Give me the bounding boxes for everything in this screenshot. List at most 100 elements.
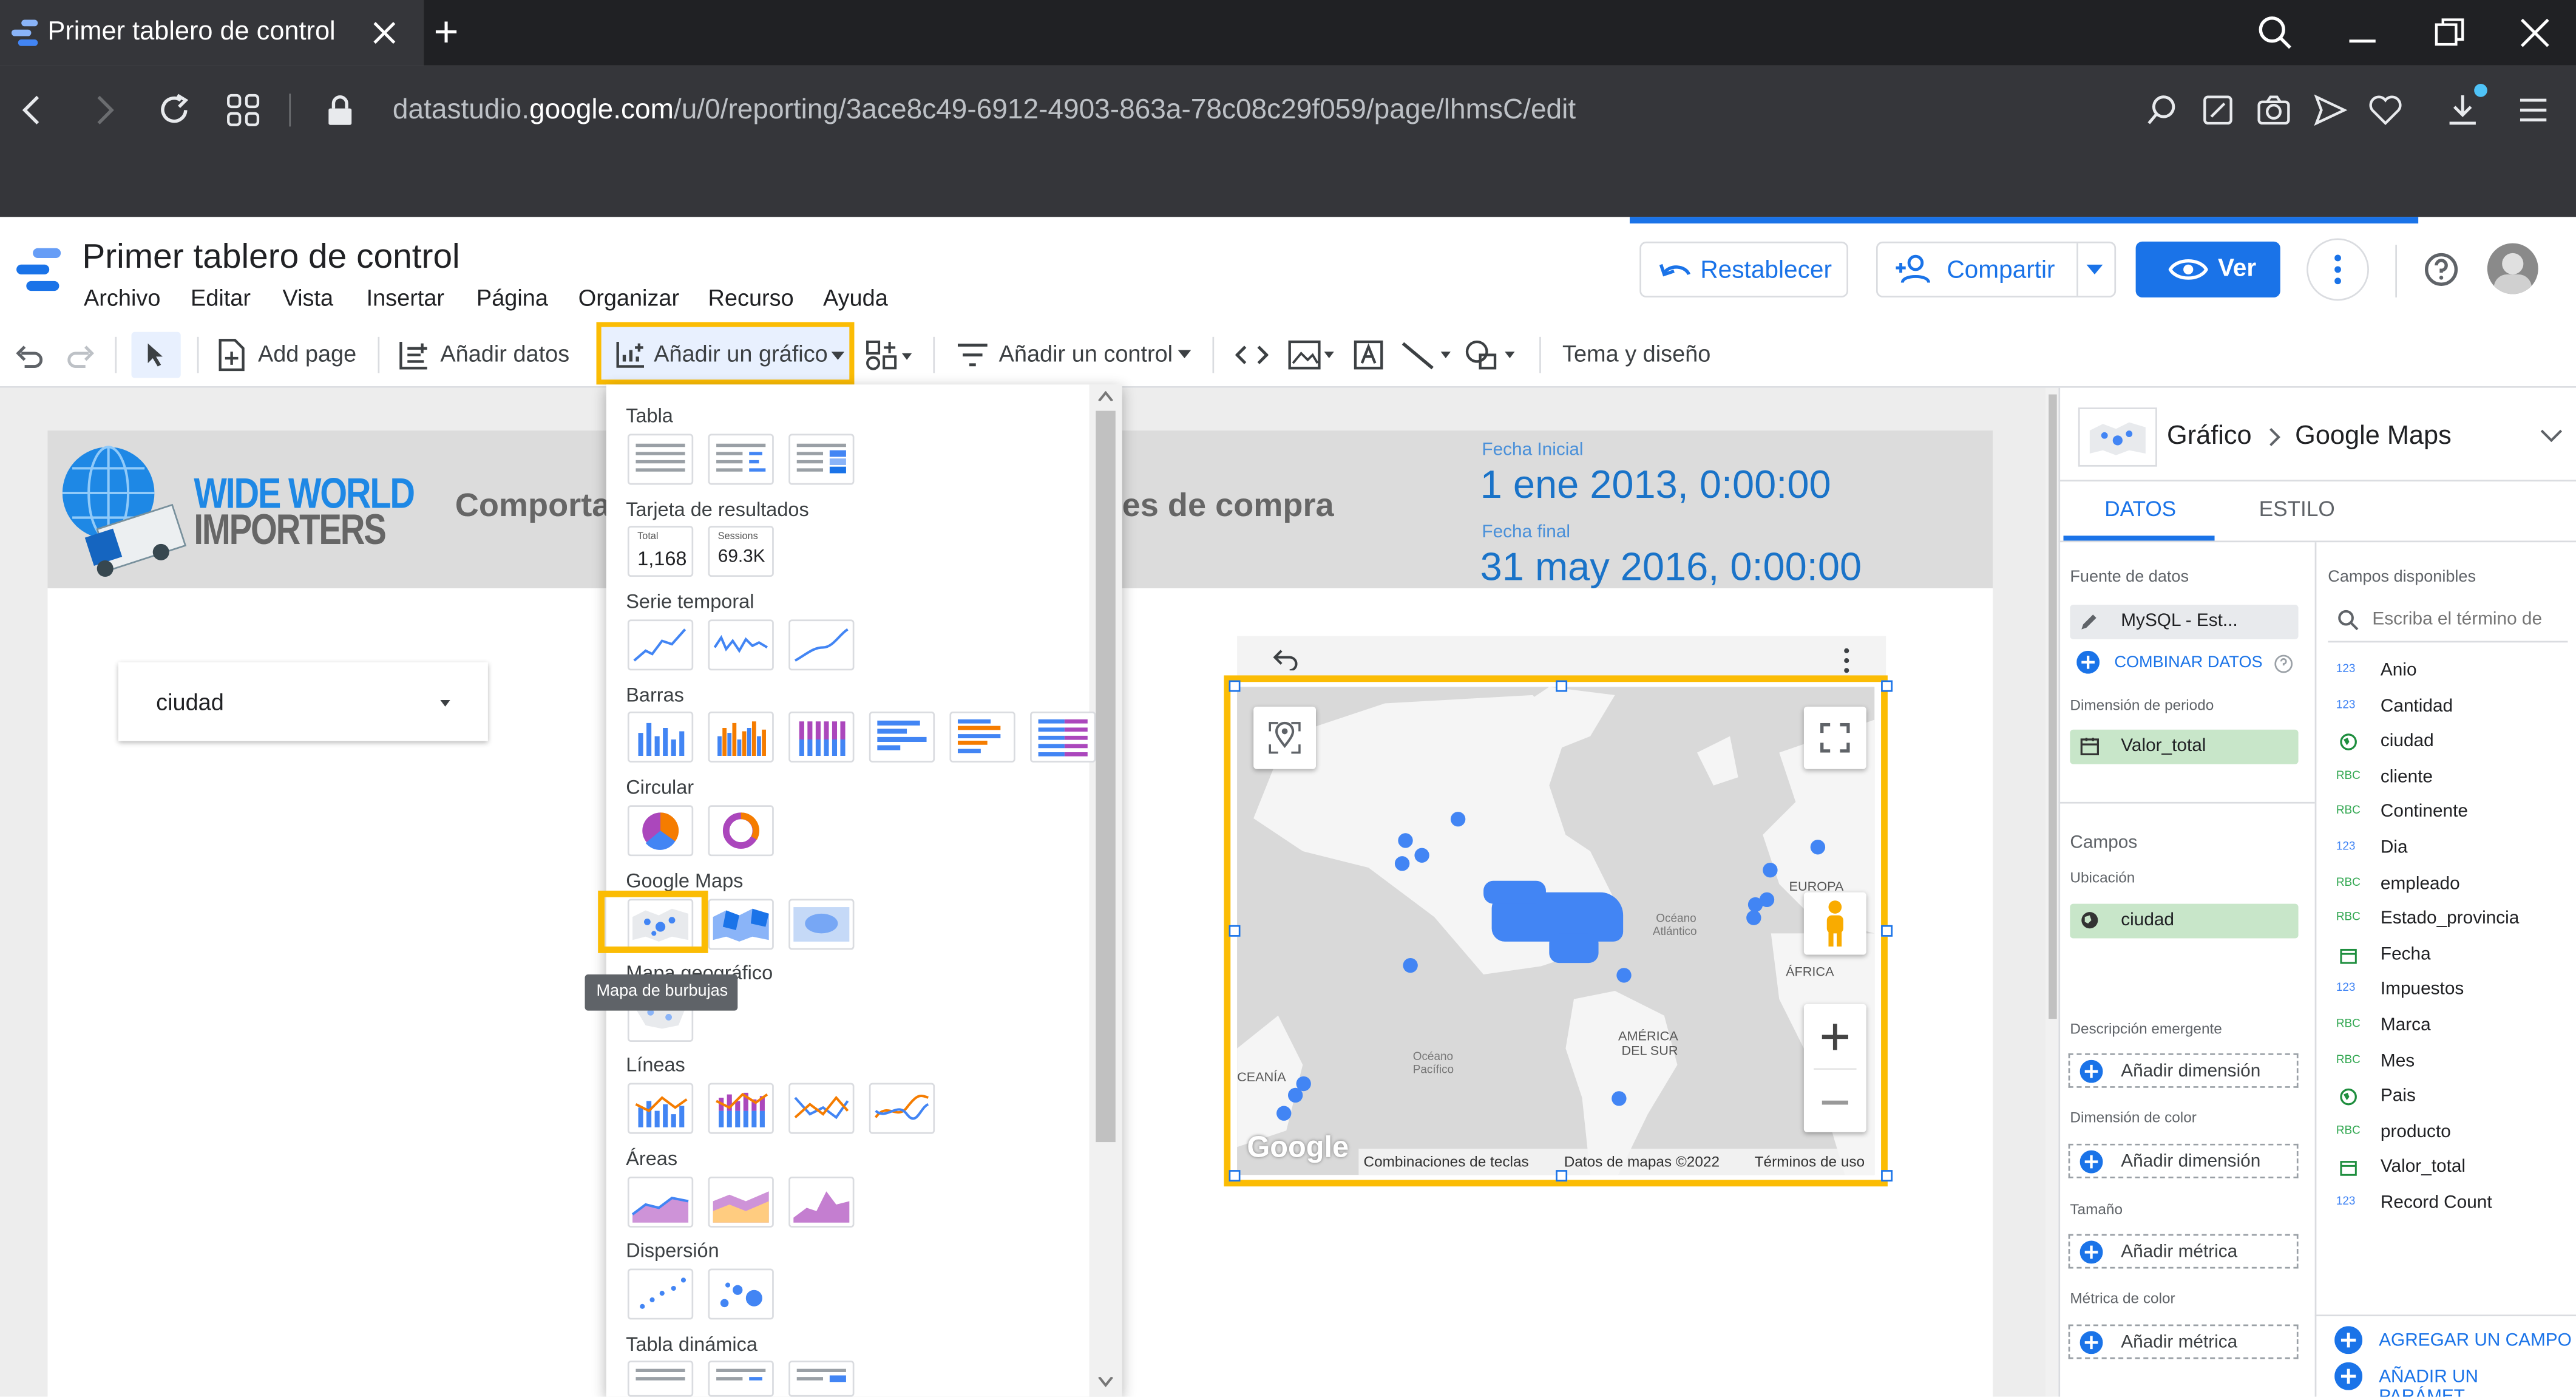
available-field-item[interactable]: Mes xyxy=(2381,1051,2415,1070)
close-tab-icon[interactable] xyxy=(371,19,398,46)
resize-handle[interactable] xyxy=(1881,925,1893,937)
available-field-item[interactable]: Record Count xyxy=(2381,1193,2492,1212)
sparkline-option[interactable] xyxy=(708,619,774,671)
easy-setup-icon[interactable] xyxy=(2200,92,2236,129)
forward-icon[interactable] xyxy=(86,92,122,129)
theme-layout-button[interactable]: Tema y diseño xyxy=(1562,340,1710,366)
table-bars-chart-option[interactable] xyxy=(708,433,774,485)
add-circle-icon[interactable] xyxy=(2076,650,2100,674)
stacked-bar-option[interactable] xyxy=(1030,711,1096,763)
menu-ayuda[interactable]: Ayuda xyxy=(823,284,888,310)
search-tabs-icon[interactable] xyxy=(2257,15,2294,51)
easy-files-menu-icon[interactable] xyxy=(2515,92,2552,129)
grouped-bar-option[interactable] xyxy=(949,711,1015,763)
donut-chart-option[interactable] xyxy=(708,805,774,857)
resize-handle[interactable] xyxy=(1229,680,1241,692)
blend-data-link[interactable]: COMBINAR DATOS xyxy=(2114,654,2262,672)
chevron-down-icon[interactable] xyxy=(2086,264,2103,275)
add-data-icon[interactable] xyxy=(398,339,430,372)
help-icon[interactable] xyxy=(2423,251,2459,288)
available-field-item[interactable]: Cantidad xyxy=(2381,696,2453,716)
pie-chart-option[interactable] xyxy=(627,805,694,857)
available-field-item[interactable]: Marca xyxy=(2381,1016,2431,1035)
pivot-table-heatmap-option[interactable] xyxy=(788,1361,855,1397)
available-field-item[interactable]: Fecha xyxy=(2381,945,2431,964)
available-field-item[interactable]: empleado xyxy=(2381,874,2460,893)
heatmap-map-option[interactable] xyxy=(788,899,855,950)
scorecard-option[interactable]: Total 1,168 xyxy=(627,526,694,577)
time-series-option[interactable] xyxy=(627,619,694,671)
url-text[interactable]: datastudio.google.com/u/0/reporting/3ace… xyxy=(393,93,1576,126)
breadcrumb-chart-type[interactable]: Google Maps xyxy=(2295,423,2452,452)
scroll-up-icon[interactable] xyxy=(1097,391,1114,401)
reset-button[interactable]: Restablecer xyxy=(1639,241,1848,297)
date-range-dimension-chip[interactable]: Valor_total xyxy=(2070,729,2299,764)
bar-chart-option[interactable] xyxy=(869,711,935,763)
color-add-dimension[interactable]: Añadir dimensión xyxy=(2068,1143,2299,1178)
restore-icon[interactable] xyxy=(2432,15,2468,51)
panel-scrollbar-thumb[interactable] xyxy=(2049,394,2057,1019)
select-tool-button[interactable] xyxy=(131,331,181,378)
filter-icon[interactable] xyxy=(956,342,989,368)
menu-archivo[interactable]: Archivo xyxy=(84,284,160,310)
add-data-button[interactable]: Añadir datos xyxy=(440,340,569,366)
speed-dial-icon[interactable] xyxy=(225,92,262,129)
add-circle-icon[interactable] xyxy=(2334,1326,2363,1355)
send-icon[interactable] xyxy=(2311,92,2348,129)
field-search-input[interactable] xyxy=(2372,603,2573,636)
available-field-item[interactable]: ciudad xyxy=(2381,732,2434,751)
shapes-icon[interactable] xyxy=(1464,339,1520,372)
menu-organizar[interactable]: Organizar xyxy=(578,284,679,310)
chevron-down-icon[interactable] xyxy=(1178,350,1191,359)
filled-map-option[interactable] xyxy=(708,899,774,950)
view-button[interactable]: Ver xyxy=(2135,241,2280,297)
table-chart-option[interactable] xyxy=(627,433,694,485)
available-field-item[interactable]: Estado_provincia xyxy=(2381,909,2519,928)
resize-handle[interactable] xyxy=(1556,1170,1568,1182)
column-chart-option[interactable] xyxy=(627,711,694,763)
menu-scrollbar-thumb[interactable] xyxy=(1096,410,1116,1143)
report-name[interactable]: Primer tablero de control xyxy=(82,238,459,277)
add-parameter-link[interactable]: AÑADIR UN PARÁMET... xyxy=(2379,1367,2576,1397)
combo-chart-option[interactable] xyxy=(627,1083,694,1134)
chart-more-icon[interactable] xyxy=(1843,647,1850,673)
pivot-table-bars-option[interactable] xyxy=(708,1361,774,1397)
text-box-icon[interactable] xyxy=(1352,339,1385,372)
data-studio-logo-icon[interactable] xyxy=(13,246,63,293)
breadcrumb-chart[interactable]: Gráfico xyxy=(2167,423,2252,452)
available-field-item[interactable]: producto xyxy=(2381,1122,2451,1141)
add-page-button[interactable]: Add page xyxy=(258,340,356,366)
city-filter-control[interactable]: ciudad xyxy=(118,662,488,741)
menu-vista[interactable]: Vista xyxy=(283,284,334,310)
snapshot-camera-icon[interactable] xyxy=(2256,92,2292,129)
community-viz-icon[interactable] xyxy=(866,339,915,372)
minimize-icon[interactable] xyxy=(2344,15,2381,51)
close-window-icon[interactable] xyxy=(2517,15,2554,51)
redo-icon[interactable] xyxy=(66,342,95,369)
resize-handle[interactable] xyxy=(1229,925,1241,937)
available-field-item[interactable]: Continente xyxy=(2381,803,2468,822)
add-chart-button[interactable]: Añadir un gráfico xyxy=(596,322,855,385)
menu-pagina[interactable]: Página xyxy=(476,284,548,310)
location-field-chip[interactable]: ciudad xyxy=(2070,903,2299,939)
add-page-icon[interactable] xyxy=(217,339,246,372)
reset-chart-icon[interactable] xyxy=(1270,647,1300,671)
add-circle-icon[interactable] xyxy=(2334,1362,2363,1390)
scroll-down-icon[interactable] xyxy=(1097,1377,1114,1387)
new-tab-button[interactable]: + xyxy=(434,7,459,58)
more-options-button[interactable] xyxy=(2307,238,2369,301)
percent-area-option[interactable] xyxy=(788,1176,855,1228)
available-field-item[interactable]: Anio xyxy=(2381,661,2417,680)
image-icon[interactable] xyxy=(1288,339,1337,372)
grouped-column-option[interactable] xyxy=(708,711,774,763)
line-tool-icon[interactable] xyxy=(1400,339,1456,372)
smoothed-line-option[interactable] xyxy=(869,1083,935,1134)
chevron-down-icon[interactable] xyxy=(2540,429,2563,443)
add-field-link[interactable]: AGREGAR UN CAMPO xyxy=(2379,1331,2572,1350)
tab-style[interactable]: ESTILO xyxy=(2259,496,2335,521)
reload-icon[interactable] xyxy=(156,92,192,129)
add-control-button[interactable]: Añadir un control xyxy=(999,340,1173,366)
lock-icon[interactable] xyxy=(322,92,358,129)
downloads-icon[interactable] xyxy=(2444,92,2481,129)
avatar[interactable] xyxy=(2487,243,2538,294)
